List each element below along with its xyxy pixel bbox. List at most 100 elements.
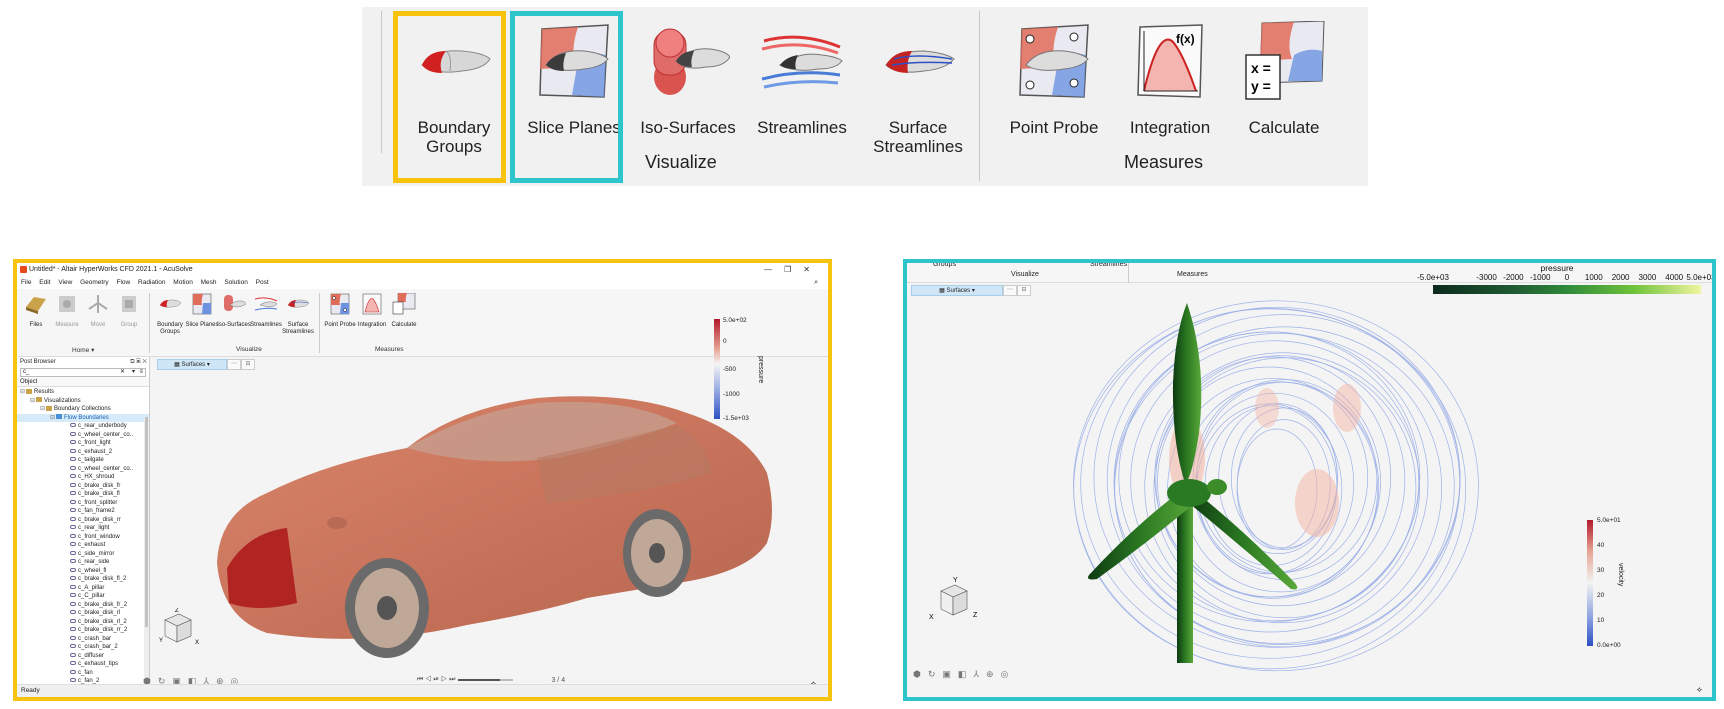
post-browser-search[interactable]: c_ ✕ ▾ ≡	[20, 368, 146, 377]
window-controls[interactable]: —❐✕	[764, 263, 822, 277]
ribbon-integration-button[interactable]: Integration	[355, 293, 389, 329]
tree-leaf-item[interactable]: c_brake_disk_fl_2	[17, 575, 149, 584]
maximize-button[interactable]: ❐	[784, 265, 803, 274]
tree-folder-item[interactable]: ⊟ Visualizations	[17, 397, 149, 406]
point-probe-button[interactable]: Point Probe	[1000, 13, 1108, 178]
tree-leaf-item[interactable]: c_wheel_center_co..	[17, 431, 149, 440]
tree-leaf-item[interactable]: c_exhaust_2	[17, 448, 149, 457]
tree-leaf-item[interactable]: c_brake_disk_rl	[17, 609, 149, 618]
tree-item-label: c_brake_disk_rr	[78, 516, 121, 523]
tree-leaf-item[interactable]: c_brake_disk_rr	[17, 516, 149, 525]
more-options-button[interactable]: ⋯	[1003, 285, 1017, 296]
tree-leaf-item[interactable]: c_wheel_fl	[17, 567, 149, 576]
zoom-icon[interactable]: ⊕	[986, 669, 994, 680]
close-button[interactable]: ✕	[803, 265, 822, 274]
move-button[interactable]: Move	[81, 293, 115, 329]
rotate-icon[interactable]: ↻	[928, 669, 936, 680]
tree-leaf-item[interactable]: c_side_mirror	[17, 550, 149, 559]
tree-leaf-item[interactable]: c_front_light	[17, 439, 149, 448]
menu-motion[interactable]: Motion	[173, 279, 193, 286]
slice-planes-label: Slice Planes	[185, 322, 219, 328]
menu-view[interactable]: View	[58, 279, 72, 286]
files-button[interactable]: Files	[19, 293, 53, 329]
ribbon-surface-streamlines-button[interactable]: Surface Streamlines	[281, 293, 315, 336]
menu-mesh[interactable]: Mesh	[201, 279, 217, 286]
boundary-groups-window: Untitled* - Altair HyperWorks CFD 2021.1…	[13, 259, 832, 701]
tree-leaf-item[interactable]: c_front_splitter	[17, 499, 149, 508]
menu-file[interactable]: File	[21, 279, 31, 286]
ribbon-streamlines-button[interactable]: Streamlines	[249, 293, 283, 329]
shading-icon[interactable]: ◧	[958, 669, 967, 680]
post-browser-header: Post Browser ⧉ ▣ ✕	[17, 357, 149, 367]
tree-leaf-item[interactable]: c_brake_disk_rr_2	[17, 626, 149, 635]
fit-view-icon[interactable]: ▣	[942, 669, 951, 680]
tree-folder-item[interactable]: ⊟ Flow Boundaries	[17, 413, 149, 422]
tree-leaf-item[interactable]: c_brake_disk_fl	[17, 490, 149, 499]
menu-flow[interactable]: Flow	[116, 279, 130, 286]
ribbon-slice-planes-button[interactable]: Slice Planes	[185, 293, 219, 329]
filter-icon[interactable]: ≡	[139, 369, 143, 376]
resize-icon[interactable]: ⟡	[1697, 685, 1702, 695]
tree-item-label: c_tailgate	[78, 457, 104, 463]
clear-icon[interactable]: ✕	[120, 369, 125, 376]
tree-leaf-item[interactable]: c_exhaust	[17, 541, 149, 550]
tree-leaf-item[interactable]: c_crash_bar_2	[17, 643, 149, 652]
orientation-cube[interactable]: Y X Z	[157, 608, 202, 653]
panel-controls[interactable]: ⧉ ▣ ✕	[130, 357, 147, 367]
search-input-value[interactable]: c_	[23, 369, 29, 375]
menu-solution[interactable]: Solution	[224, 279, 248, 286]
axis-z-label: Z	[973, 612, 978, 619]
axes-icon[interactable]: ⅄	[973, 669, 979, 680]
view-cube-icon[interactable]: ⬢	[913, 669, 921, 680]
tree-leaf-item[interactable]: c_fan	[17, 669, 149, 678]
chevron-down-icon[interactable]: ▾	[132, 369, 135, 376]
playback-buttons[interactable]: ⏮ ◁ ⏯ ▷ ⏭	[417, 676, 455, 684]
tree-leaf-item[interactable]: c_rear_underbody	[17, 422, 149, 431]
tree-leaf-item[interactable]: c_front_window	[17, 533, 149, 542]
tree-leaf-item[interactable]: c_tailgate	[17, 456, 149, 465]
move-icon	[88, 295, 108, 313]
tree-leaf-item[interactable]: c_brake_disk_fr	[17, 482, 149, 491]
status-text: Ready	[21, 687, 40, 694]
tree-leaf-item[interactable]: c_brake_disk_fr_2	[17, 601, 149, 610]
search-icon[interactable]: ⌕	[814, 277, 818, 289]
tree-leaf-item[interactable]: c_rear_light	[17, 524, 149, 533]
tree-leaf-item[interactable]: c_brake_disk_rl_2	[17, 618, 149, 627]
scrollbar-thumb[interactable]	[145, 417, 148, 627]
tree-folder-item[interactable]: ⊟ Results	[17, 388, 149, 397]
surfaces-dropdown[interactable]: ▦ Surfaces ▾	[911, 285, 1003, 296]
tree-folder-item[interactable]: ⊟ Boundary Collections	[17, 405, 149, 414]
tree-leaf-item[interactable]: c_rear_side	[17, 558, 149, 567]
viewport-toolbar: ▦ Surfaces ▾ ⋯ ⊟	[911, 285, 1031, 296]
collapse-button[interactable]: ⊟	[1017, 285, 1031, 296]
snapshot-icon[interactable]: ◎	[1000, 669, 1008, 680]
tree-leaf-item[interactable]: c_HX_shroud	[17, 473, 149, 482]
folder-icon	[46, 405, 52, 411]
ribbon-iso-surfaces-button[interactable]: Iso-Surfaces	[217, 293, 251, 329]
measure-button[interactable]: Measure	[50, 293, 84, 329]
tree-leaf-item[interactable]: c_exhaust_tips	[17, 660, 149, 669]
home-group-label[interactable]: Home ▾	[72, 346, 94, 354]
tree-leaf-item[interactable]: c_fan_frame2	[17, 507, 149, 516]
tree-item-label: c_C_pillar	[78, 593, 105, 599]
tree-leaf-item[interactable]: c_crash_bar	[17, 635, 149, 644]
ribbon-point-probe-button[interactable]: Point Probe	[323, 293, 357, 329]
tree-leaf-item[interactable]: c_wheel_center_co..	[17, 465, 149, 474]
scrollbar[interactable]	[144, 417, 149, 687]
menu-post[interactable]: Post	[256, 279, 269, 286]
tree-leaf-item[interactable]: c_diffuser	[17, 652, 149, 661]
streamlines-button[interactable]: Streamlines	[748, 13, 856, 178]
orientation-cube[interactable]: Y X Z	[927, 577, 987, 627]
ribbon-boundary-groups-button[interactable]: Boundary Groups	[153, 293, 187, 336]
tree-leaf-item[interactable]: c_A_pillar	[17, 584, 149, 593]
menu-geometry[interactable]: Geometry	[80, 279, 109, 286]
minimize-button[interactable]: —	[764, 265, 784, 274]
animation-slider[interactable]	[458, 679, 514, 681]
group-button[interactable]: Group	[112, 293, 146, 329]
surface-streamlines-button[interactable]: Surface Streamlines	[864, 13, 972, 178]
calculate-button[interactable]: x = y = Calculate	[1230, 13, 1338, 178]
menu-radiation[interactable]: Radiation	[138, 279, 165, 286]
menu-edit[interactable]: Edit	[39, 279, 50, 286]
tree-leaf-item[interactable]: c_C_pillar	[17, 592, 149, 601]
ribbon-calculate-button[interactable]: Calculate	[387, 292, 421, 329]
